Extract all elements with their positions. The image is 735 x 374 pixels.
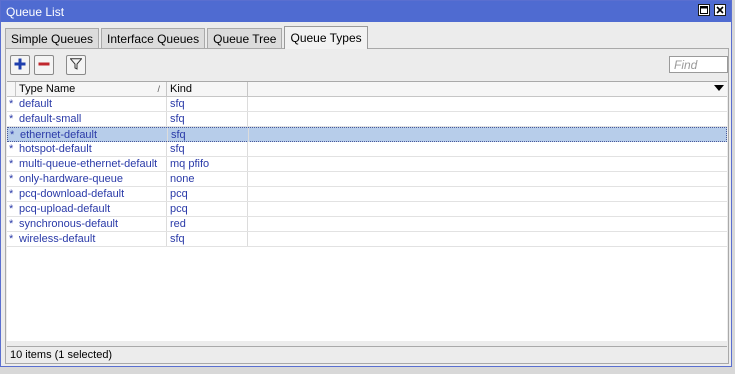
- row-kind: pcq: [170, 188, 188, 200]
- table-row[interactable]: * pcq-upload-default pcq: [7, 202, 727, 217]
- row-kind: sfq: [170, 143, 185, 155]
- window-title: Queue List: [6, 4, 65, 19]
- column-chooser-button[interactable]: [713, 84, 725, 94]
- column-label: Type Name: [19, 83, 76, 95]
- filter-icon: [69, 57, 83, 73]
- queue-types-table: Type Name / Kind * default sfq * default…: [7, 81, 727, 341]
- column-header-type-name[interactable]: Type Name /: [16, 82, 167, 96]
- tab-label: Interface Queues: [107, 32, 200, 46]
- row-kind: sfq: [170, 113, 185, 125]
- close-button[interactable]: [714, 4, 726, 16]
- flag-column-header: [7, 82, 16, 96]
- tab-bar: Simple Queues Interface Queues Queue Tre…: [5, 26, 370, 49]
- row-flag: *: [9, 98, 14, 110]
- plus-icon: [14, 58, 26, 73]
- row-type-name: wireless-default: [19, 233, 96, 245]
- row-flag: *: [9, 188, 14, 200]
- table-row[interactable]: * hotspot-default sfq: [7, 142, 727, 157]
- tab-queue-tree[interactable]: Queue Tree: [207, 28, 283, 49]
- table-row[interactable]: * synchronous-default red: [7, 217, 727, 232]
- row-type-name: default: [19, 98, 53, 110]
- row-flag: *: [9, 173, 14, 185]
- desktop-background-strip: [0, 367, 735, 374]
- row-flag: *: [9, 233, 14, 245]
- row-type-name: ethernet-default: [20, 129, 98, 141]
- row-type-name: multi-queue-ethernet-default: [19, 158, 158, 170]
- table-row[interactable]: * default-small sfq: [7, 112, 727, 127]
- table-row[interactable]: * multi-queue-ethernet-default mq pfifo: [7, 157, 727, 172]
- column-label: Kind: [170, 83, 193, 95]
- row-kind: none: [170, 173, 195, 185]
- remove-button[interactable]: [34, 55, 54, 75]
- filter-button[interactable]: [66, 55, 86, 75]
- row-kind: mq pfifo: [170, 158, 210, 170]
- table-row-selected[interactable]: * ethernet-default sfq: [7, 127, 727, 142]
- tab-label: Queue Types: [290, 31, 362, 45]
- row-flag: *: [10, 129, 15, 141]
- row-kind: sfq: [171, 129, 186, 141]
- queue-types-panel: Type Name / Kind * default sfq: [5, 48, 729, 364]
- row-type-name: pcq-download-default: [19, 188, 125, 200]
- close-icon: [716, 3, 724, 17]
- status-bar: 10 items (1 selected): [7, 346, 727, 363]
- chevron-down-icon: [714, 83, 724, 95]
- row-flag: *: [9, 113, 14, 125]
- add-button[interactable]: [10, 55, 30, 75]
- status-text: 10 items (1 selected): [10, 349, 113, 361]
- tab-queue-types[interactable]: Queue Types: [284, 26, 368, 49]
- find-input[interactable]: [669, 56, 728, 73]
- minus-icon: [38, 58, 50, 73]
- table-row[interactable]: * default sfq: [7, 97, 727, 112]
- row-type-name: only-hardware-queue: [19, 173, 123, 185]
- sort-indicator-icon: /: [157, 84, 160, 94]
- maximize-button[interactable]: [698, 4, 710, 16]
- table-row[interactable]: * only-hardware-queue none: [7, 172, 727, 187]
- maximize-icon: [700, 3, 708, 17]
- tab-interface-queues[interactable]: Interface Queues: [101, 28, 206, 49]
- row-kind: pcq: [170, 203, 188, 215]
- row-type-name: default-small: [19, 113, 82, 125]
- tab-label: Queue Tree: [213, 32, 277, 46]
- tab-label: Simple Queues: [11, 32, 94, 46]
- table-row[interactable]: * wireless-default sfq: [7, 232, 727, 247]
- row-type-name: synchronous-default: [19, 218, 119, 230]
- table-row[interactable]: * pcq-download-default pcq: [7, 187, 727, 202]
- row-type-name: pcq-upload-default: [19, 203, 111, 215]
- title-bar[interactable]: Queue List: [1, 1, 731, 22]
- column-header-kind[interactable]: Kind: [167, 82, 248, 96]
- row-flag: *: [9, 158, 14, 170]
- table-header: Type Name / Kind: [7, 82, 727, 97]
- row-kind: red: [170, 218, 186, 230]
- queue-list-window: Queue List Simple Queues Interface Queue…: [0, 0, 732, 367]
- row-kind: sfq: [170, 233, 185, 245]
- tab-simple-queues[interactable]: Simple Queues: [5, 28, 100, 49]
- row-type-name: hotspot-default: [19, 143, 92, 155]
- row-flag: *: [9, 143, 14, 155]
- row-flag: *: [9, 218, 14, 230]
- row-kind: sfq: [170, 98, 185, 110]
- row-flag: *: [9, 203, 14, 215]
